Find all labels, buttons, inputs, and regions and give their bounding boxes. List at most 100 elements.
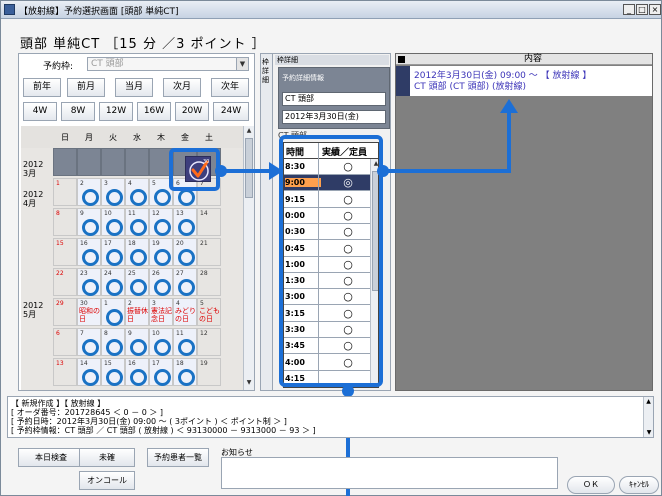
arrow-head-icon [500, 99, 518, 113]
ct-name-field: CT 頭部 [282, 92, 386, 106]
calendar-day-cell[interactable]: 1 [101, 298, 125, 326]
scroll-down-icon[interactable]: ▼ [244, 378, 254, 388]
calendar-day-cell[interactable]: 24 [101, 268, 125, 296]
day-number: 23 [80, 270, 88, 277]
current-month-button[interactable]: 当月 [115, 78, 153, 97]
calendar-day-cell[interactable] [125, 148, 149, 176]
calendar-day-cell[interactable]: 9 [125, 328, 149, 356]
calendar-day-cell[interactable]: 19 [149, 238, 173, 266]
calendar-day-cell[interactable]: 22 [53, 268, 77, 296]
calendar-day-cell[interactable]: 23 [77, 268, 101, 296]
content-row[interactable]: 2012年3月30日(金) 09:00 ～ 【 放射線 】 CT 頭部 (CT … [396, 66, 652, 96]
calendar-day-cell[interactable]: 30 昭和の日 [77, 298, 101, 326]
calendar-day-cell[interactable]: 19 [197, 358, 221, 386]
calendar-day-cell[interactable]: 10 [101, 208, 125, 236]
prev-year-button[interactable]: 前年 [23, 78, 61, 97]
close-button[interactable]: × [649, 4, 661, 15]
unconfirmed-button[interactable]: 未確 [79, 448, 135, 467]
scroll-down-icon[interactable]: ▼ [644, 428, 654, 437]
calendar-day-cell[interactable]: 9 [77, 208, 101, 236]
range-24w-button[interactable]: 24W [213, 102, 249, 121]
row-marker [396, 66, 410, 96]
calendar-day-cell[interactable] [53, 148, 77, 176]
calendar-day-cell[interactable]: 27 [173, 268, 197, 296]
calendar-day-cell[interactable]: 12 [149, 208, 173, 236]
calendar-day-cell[interactable]: 10 [149, 328, 173, 356]
available-circle-icon [106, 339, 123, 356]
on-call-button[interactable]: オンコール [79, 471, 135, 490]
next-month-button[interactable]: 次月 [163, 78, 201, 97]
holiday-label: 昭和の日 [79, 307, 100, 323]
calendar-day-cell[interactable]: 17 [149, 358, 173, 386]
selected-day-highlight [169, 148, 220, 191]
reserve-frame-value: CT 頭部 [91, 59, 124, 69]
available-circle-icon [106, 279, 123, 296]
calendar-day-cell[interactable]: 11 [173, 328, 197, 356]
calendar-day-cell[interactable]: 5 こどもの日 [197, 298, 221, 326]
today-exam-button[interactable]: 本日検査 [18, 448, 84, 467]
calendar-day-cell[interactable]: 6 [53, 328, 77, 356]
ok-button[interactable]: ＯＫ [567, 476, 615, 494]
calendar-day-cell[interactable]: 2 振替休日 [125, 298, 149, 326]
range-8w-button[interactable]: 8W [61, 102, 95, 121]
calendar-day-cell[interactable]: 7 [77, 328, 101, 356]
range-4w-button[interactable]: 4W [23, 102, 57, 121]
prev-month-button[interactable]: 前月 [67, 78, 105, 97]
reserved-patients-button[interactable]: 予約患者一覧 [147, 448, 209, 467]
calendar-day-cell[interactable]: 28 [197, 268, 221, 296]
calendar-day-cell[interactable]: 4 みどりの日 [173, 298, 197, 326]
available-circle-icon [154, 369, 171, 386]
scroll-up-icon[interactable]: ▲ [244, 126, 254, 136]
day-number: 5 [200, 300, 204, 307]
calendar-day-cell[interactable]: 14 [77, 358, 101, 386]
calendar-day-cell[interactable] [101, 148, 125, 176]
calendar-day-cell[interactable]: 1 [53, 178, 77, 206]
day-number: 15 [104, 360, 112, 367]
reserve-frame-select[interactable]: CT 頭部 ▼ [87, 57, 249, 71]
window-title: 【放射線】予約選択画面 [頭部 単純CT] [19, 7, 179, 17]
scroll-thumb[interactable] [245, 138, 253, 198]
calendar-day-cell[interactable]: 20 [173, 238, 197, 266]
calendar-day-cell[interactable]: 13 [173, 208, 197, 236]
available-circle-icon [82, 369, 99, 386]
calendar-day-cell[interactable]: 8 [53, 208, 77, 236]
detail-side-tab[interactable]: 枠詳細 [261, 54, 273, 390]
calendar-day-cell[interactable]: 15 [101, 358, 125, 386]
range-12w-button[interactable]: 12W [99, 102, 133, 121]
calendar-day-cell[interactable]: 14 [197, 208, 221, 236]
calendar-day-cell[interactable]: 13 [53, 358, 77, 386]
calendar-day-cell[interactable]: 12 [197, 328, 221, 356]
calendar-day-cell[interactable]: 29 [53, 298, 77, 326]
log-scrollbar[interactable]: ▲ ▼ [643, 397, 653, 437]
calendar-day-cell[interactable] [77, 148, 101, 176]
scroll-up-icon[interactable]: ▲ [644, 397, 653, 406]
weekday-mon: 月 [85, 133, 93, 142]
calendar-day-cell[interactable]: 11 [125, 208, 149, 236]
calendar-scrollbar[interactable]: ▲ ▼ [243, 126, 254, 390]
calendar-day-cell[interactable]: 25 [125, 268, 149, 296]
calendar-day-cell[interactable]: 17 [101, 238, 125, 266]
calendar-day-cell[interactable]: 3 [101, 178, 125, 206]
calendar-day-cell[interactable]: 18 [173, 358, 197, 386]
chevron-down-icon[interactable]: ▼ [236, 58, 248, 70]
calendar-day-cell[interactable]: 21 [197, 238, 221, 266]
cancel-button[interactable]: ｷｬﾝｾﾙ [619, 476, 659, 494]
calendar-day-cell[interactable]: 3 憲法記念日 [149, 298, 173, 326]
available-circle-icon [154, 279, 171, 296]
notice-box [221, 457, 558, 489]
calendar-day-cell[interactable]: 26 [149, 268, 173, 296]
calendar-day-cell[interactable]: 8 [101, 328, 125, 356]
calendar-day-cell[interactable]: 16 [77, 238, 101, 266]
day-number: 13 [176, 210, 184, 217]
calendar-day-cell[interactable]: 16 [125, 358, 149, 386]
maximize-button[interactable]: □ [636, 4, 648, 15]
calendar-day-cell[interactable]: 2 [77, 178, 101, 206]
minimize-button[interactable]: _ [623, 4, 635, 15]
calendar-day-cell[interactable]: 4 [125, 178, 149, 206]
calendar-day-cell[interactable]: 15 [53, 238, 77, 266]
range-16w-button[interactable]: 16W [137, 102, 171, 121]
range-20w-button[interactable]: 20W [175, 102, 209, 121]
available-circle-icon [82, 189, 99, 206]
calendar-day-cell[interactable]: 18 [125, 238, 149, 266]
next-year-button[interactable]: 次年 [211, 78, 249, 97]
